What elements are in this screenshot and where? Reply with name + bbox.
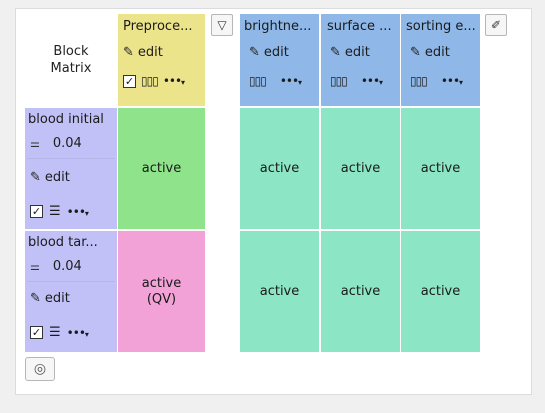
- chevron-down-icon: ▾: [84, 329, 89, 339]
- column-edit-button[interactable]: ✎ edit: [249, 45, 289, 60]
- more-icon: •••: [66, 204, 86, 219]
- chevron-down-icon: ▾: [379, 78, 384, 87]
- row-edit-button[interactable]: ✎ edit: [30, 170, 70, 185]
- corner-label-line2: Matrix: [50, 61, 92, 76]
- filter-button[interactable]: ▽: [211, 14, 233, 36]
- matrix-cell[interactable]: active: [118, 108, 205, 229]
- column-header-surface: surface ... ✎ edit ▯▯▯ ••• ▾: [321, 14, 400, 106]
- column-header-preprocessing: Preproce... ✎ edit ✓ ▯▯▯ ••• ▾: [118, 14, 205, 106]
- column-header-brightness: brightne... ✎ edit ▯▯▯ ••• ▾: [240, 14, 319, 106]
- pen-icon: ✎: [410, 45, 421, 60]
- edit-label: edit: [44, 170, 70, 185]
- more-icon: •••: [360, 74, 380, 88]
- row-header-blood-target: blood tar... ⚌ 0.04 ✎ edit ✓ ☰ ••• ▾: [25, 231, 117, 352]
- more-icon: •••: [66, 325, 86, 340]
- matrix-cell[interactable]: active: [240, 231, 319, 352]
- matrix-cell[interactable]: active: [321, 108, 400, 229]
- columns-icon[interactable]: ▯▯▯: [141, 74, 159, 88]
- edit-label: edit: [137, 45, 163, 60]
- more-menu-button[interactable]: ••• ▾: [67, 205, 89, 219]
- column-edit-button[interactable]: ✎ edit: [330, 45, 370, 60]
- filter-icon: ▽: [217, 18, 227, 32]
- column-title[interactable]: Preproce...: [123, 19, 203, 34]
- enable-checkbox[interactable]: ✓: [30, 205, 43, 218]
- level-icon: ⚌: [30, 137, 40, 150]
- column-controls: ▯▯▯ ••• ▾: [249, 74, 302, 88]
- more-icon: •••: [162, 74, 182, 88]
- matrix-cell-qv[interactable]: active (QV): [118, 231, 205, 352]
- block-matrix-label: Block Matrix: [25, 14, 117, 106]
- edit-label: edit: [344, 45, 370, 60]
- level-icon: ⚌: [30, 260, 40, 273]
- row-controls: ✓ ☰ ••• ▾: [30, 325, 89, 340]
- column-controls: ▯▯▯ ••• ▾: [410, 74, 463, 88]
- divider: [27, 281, 115, 282]
- more-menu-button[interactable]: ••• ▾: [441, 74, 463, 88]
- corner-label-line1: Block: [53, 44, 89, 59]
- column-title[interactable]: sorting e...: [406, 19, 479, 34]
- chevron-down-icon: ▾: [298, 78, 303, 87]
- matrix-cell[interactable]: active: [321, 231, 400, 352]
- row-header-blood-initial: blood initial ⚌ 0.04 ✎ edit ✓ ☰ ••• ▾: [25, 108, 117, 229]
- column-title[interactable]: surface ...: [327, 19, 399, 34]
- rows-icon[interactable]: ☰: [49, 204, 61, 219]
- more-icon: •••: [440, 74, 460, 88]
- column-header-sorting: sorting e... ✎ edit ▯▯▯ ••• ▾: [401, 14, 480, 106]
- row-controls: ✓ ☰ ••• ▾: [30, 204, 89, 219]
- edit-label: edit: [424, 45, 450, 60]
- column-edit-button[interactable]: ✎ edit: [123, 45, 163, 60]
- edit-label: edit: [263, 45, 289, 60]
- column-controls: ✓ ▯▯▯ ••• ▾: [123, 74, 185, 88]
- matrix-cell[interactable]: active: [401, 108, 480, 229]
- column-edit-button[interactable]: ✎ edit: [410, 45, 450, 60]
- more-menu-button[interactable]: ••• ▾: [361, 74, 383, 88]
- row-title[interactable]: blood tar...: [28, 235, 116, 250]
- row-value: ⚌ 0.04: [30, 136, 82, 151]
- row-value: ⚌ 0.04: [30, 259, 82, 274]
- enable-checkbox[interactable]: ✓: [30, 326, 43, 339]
- add-block-icon: ◎: [33, 361, 47, 377]
- chevron-down-icon: ▾: [84, 208, 89, 218]
- pen-icon: ✎: [249, 45, 260, 60]
- chevron-down-icon: ▾: [459, 78, 464, 87]
- columns-icon[interactable]: ▯▯▯: [330, 74, 348, 88]
- column-title[interactable]: brightne...: [244, 19, 318, 34]
- column-controls: ▯▯▯ ••• ▾: [330, 74, 383, 88]
- more-icon: •••: [279, 74, 299, 88]
- edit-label: edit: [44, 291, 70, 306]
- brush-icon: ✐: [490, 18, 502, 32]
- matrix-cell[interactable]: active: [240, 108, 319, 229]
- enable-checkbox[interactable]: ✓: [123, 74, 136, 88]
- matrix-cell[interactable]: active: [401, 231, 480, 352]
- rows-icon[interactable]: ☰: [49, 325, 61, 340]
- row-value-text: 0.04: [52, 259, 82, 274]
- pen-icon: ✎: [330, 45, 341, 60]
- pen-icon: ✎: [30, 170, 41, 185]
- row-title[interactable]: blood initial: [28, 112, 116, 127]
- brush-button[interactable]: ✐: [485, 14, 507, 36]
- columns-icon[interactable]: ▯▯▯: [410, 74, 428, 88]
- pen-icon: ✎: [30, 291, 41, 306]
- more-menu-button[interactable]: ••• ▾: [163, 74, 185, 88]
- divider: [27, 158, 115, 159]
- pen-icon: ✎: [123, 45, 134, 60]
- columns-icon[interactable]: ▯▯▯: [249, 74, 267, 88]
- add-block-button[interactable]: ◎: [25, 357, 55, 381]
- more-menu-button[interactable]: ••• ▾: [67, 326, 89, 340]
- row-edit-button[interactable]: ✎ edit: [30, 291, 70, 306]
- more-menu-button[interactable]: ••• ▾: [280, 74, 302, 88]
- chevron-down-icon: ▾: [181, 78, 186, 87]
- row-value-text: 0.04: [52, 136, 82, 151]
